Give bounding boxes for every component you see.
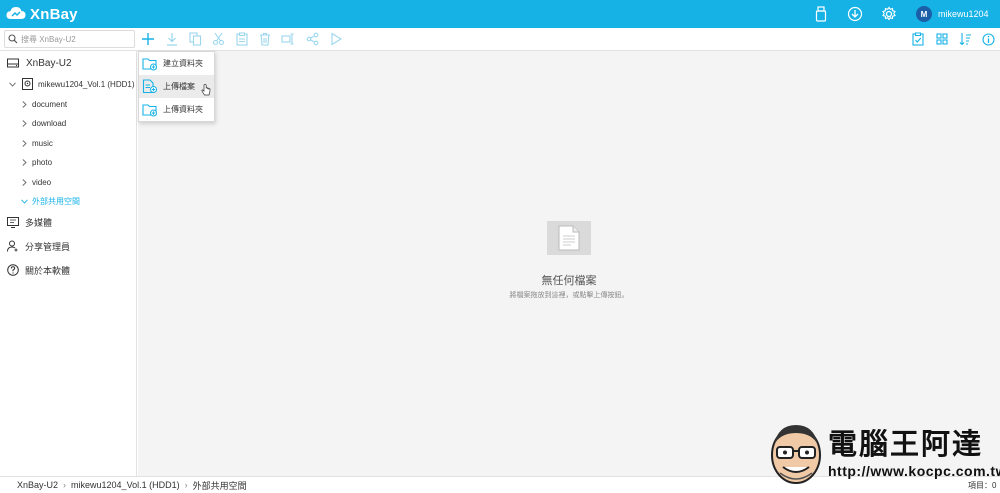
upload-file-icon [142,79,158,95]
chevron-right-icon [20,139,28,147]
new-folder-icon [142,56,158,72]
folder-label: download [32,118,67,128]
sidebar-label: 多媒體 [25,217,53,228]
mascot-face-icon [771,425,821,484]
search-box [4,30,135,48]
sidebar-item-volume[interactable]: mikewu1204_Vol.1 (HDD1) [0,75,137,93]
hard-drive-icon [6,56,20,70]
download-file-icon[interactable] [164,31,180,47]
user-share-icon [6,239,20,253]
search-icon [5,31,21,47]
delete-icon[interactable] [257,31,273,47]
search-input[interactable] [21,34,131,44]
cloud-logo-icon [6,6,26,22]
chevron-right-icon [20,100,28,108]
menu-label: 建立資料夾 [163,59,203,68]
add-dropdown-menu: 建立資料夾 上傳檔案 上傳資料夾 [138,51,215,122]
download-icon[interactable] [846,5,864,23]
media-icon [6,215,20,229]
share-icon[interactable] [304,31,320,47]
sidebar-item-folder[interactable]: music [0,134,137,152]
settings-gear-icon[interactable] [880,5,898,23]
pointer-cursor-icon [201,84,211,98]
sidebar-item-folder[interactable]: photo [0,153,137,171]
menu-item-upload-file[interactable]: 上傳檔案 [139,75,214,98]
site-watermark: 電腦王阿達 http://www.kocpc.com.tw [768,415,1000,491]
avatar: M [916,6,932,22]
paste-icon[interactable] [234,31,250,47]
folder-label: photo [32,157,53,167]
folder-label-active: 外部共用空間 [32,196,80,206]
username: mikewu1204 [938,9,989,19]
add-icon[interactable] [140,31,156,47]
chevron-right-icon: › [184,480,188,490]
play-icon[interactable] [328,31,344,47]
menu-label: 上傳資料夾 [163,105,203,114]
sort-icon[interactable] [957,31,973,47]
breadcrumb: XnBay-U2 › mikewu1204_Vol.1 (HDD1) › 外部共… [0,479,247,492]
chevron-right-icon: › [63,480,67,490]
info-icon[interactable] [980,31,996,47]
breadcrumb-item[interactable]: 外部共用空間 [193,479,247,492]
empty-file-icon [547,221,591,255]
sidebar-item-external-share[interactable]: 外部共用空間 [0,192,137,210]
sidebar-item-about[interactable]: 關於本軟體 [0,261,137,279]
chevron-right-icon [20,158,28,166]
usb-drive-icon[interactable] [812,5,830,23]
chevron-down-icon [20,197,28,205]
sidebar-item-device[interactable]: XnBay-U2 [0,54,137,72]
device-label: XnBay-U2 [26,57,72,69]
chevron-right-icon [20,119,28,127]
sidebar-item-multimedia[interactable]: 多媒體 [0,213,137,231]
sidebar-item-folder[interactable]: download [0,114,137,132]
sidebar-label: 分享管理員 [25,241,71,252]
sidebar-item-share-manager[interactable]: 分享管理員 [0,237,137,255]
watermark-url: http://www.kocpc.com.tw [828,463,1000,479]
user-menu[interactable]: M mikewu1204 [916,4,989,24]
toolbar [0,28,1000,51]
watermark-text: 電腦王阿達 [828,429,984,461]
top-bar: XnBay M mikewu1204 [0,0,1000,28]
menu-item-create-folder[interactable]: 建立資料夾 [139,52,214,75]
copy-icon[interactable] [187,31,203,47]
volume-label: mikewu1204_Vol.1 (HDD1) [38,79,135,89]
breadcrumb-item[interactable]: XnBay-U2 [17,480,58,490]
folder-label: video [32,177,52,187]
sidebar-item-folder[interactable]: video [0,173,137,191]
folder-label: music [32,138,53,148]
clipboard-icon[interactable] [910,31,926,47]
sidebar: XnBay-U2 mikewu1204_Vol.1 (HDD1) documen… [0,51,137,476]
menu-label: 上傳檔案 [163,82,195,91]
question-icon [6,263,20,277]
chevron-down-icon [8,80,16,88]
folder-label: document [32,99,68,109]
cut-icon[interactable] [210,31,226,47]
file-area[interactable] [138,51,1000,476]
sidebar-label: 關於本軟體 [25,265,71,276]
menu-item-upload-folder[interactable]: 上傳資料夾 [139,98,214,121]
brand[interactable]: XnBay [6,5,78,23]
breadcrumb-item[interactable]: mikewu1204_Vol.1 (HDD1) [71,480,180,490]
upload-folder-icon [142,102,158,118]
empty-subtitle: 將檔案拖放到這裡，或點擊上傳按鈕。 [509,292,629,299]
chevron-right-icon [20,178,28,186]
empty-title: 無任何檔案 [541,275,597,287]
brand-name: XnBay [30,5,78,23]
grid-view-icon[interactable] [934,31,950,47]
sidebar-item-folder[interactable]: document [0,95,137,113]
rename-icon[interactable] [280,31,296,47]
disk-icon [20,77,34,91]
